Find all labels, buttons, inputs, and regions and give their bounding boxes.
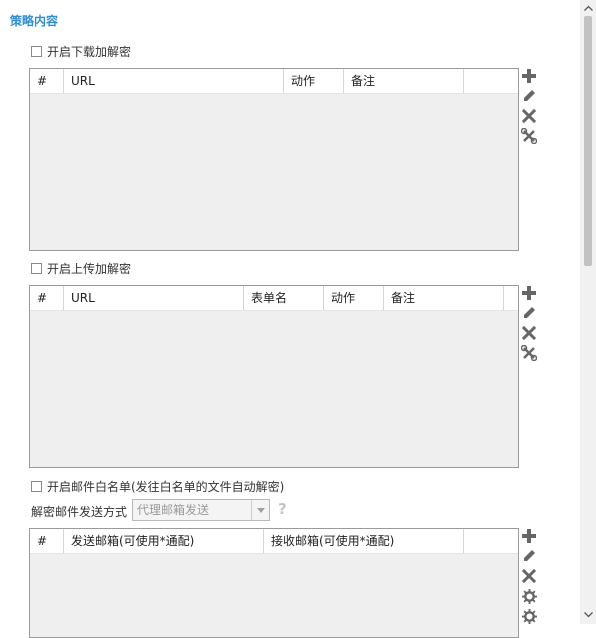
upload-encrypt-toggle[interactable]: 开启上传加解密 [31,260,131,277]
gear-icon [521,608,537,624]
delete-icon [522,569,536,583]
column-header-sender[interactable]: 发送邮箱(可使用*通配) [64,529,264,553]
download-encrypt-checkbox[interactable] [31,46,42,57]
edit-icon [524,307,535,318]
mail-table-header: # 发送邮箱(可使用*通配) 接收邮箱(可使用*通配) [30,529,518,554]
plus-icon [522,69,536,83]
download-rules-table[interactable]: # URL 动作 备注 [29,68,519,251]
delete-button[interactable] [519,106,539,126]
mail-toolbar [519,526,539,626]
column-header-url[interactable]: URL [64,69,284,93]
column-header-action[interactable]: 动作 [324,286,384,310]
section-title: 策略内容 [10,14,59,28]
edit-button[interactable] [519,303,539,323]
download-encrypt-label: 开启下载加解密 [47,45,132,59]
scroll-up-icon[interactable] [582,2,594,14]
edit-button[interactable] [519,546,539,566]
delete-button[interactable] [519,323,539,343]
upload-table-header: # URL 表单名 动作 备注 [30,286,518,311]
column-header-action[interactable]: 动作 [284,69,344,93]
help-icon[interactable]: ? [278,500,287,518]
column-header-index[interactable]: # [30,529,64,553]
upload-encrypt-label: 开启上传加解密 [47,262,132,276]
column-header-index[interactable]: # [30,69,64,93]
settings-button[interactable] [519,586,539,606]
download-toolbar [519,66,539,146]
add-button[interactable] [519,526,539,546]
mail-whitelist-label: 开启邮件白名单(发往白名单的文件自动解密) [47,480,285,494]
plus-icon [522,286,536,300]
vertical-scrollbar[interactable] [580,0,596,624]
delete-button[interactable] [519,566,539,586]
download-table-header: # URL 动作 备注 [30,69,518,94]
edit-icon [524,90,535,101]
send-mode-value: 代理邮箱发送 [137,503,210,517]
settings-button-2[interactable] [519,606,539,626]
edit-icon [524,550,535,561]
plus-icon [522,529,536,543]
mail-whitelist-toggle[interactable]: 开启邮件白名单(发往白名单的文件自动解密) [31,478,284,495]
upload-toolbar [519,283,539,363]
column-header-index[interactable]: # [30,286,64,310]
upload-rules-table[interactable]: # URL 表单名 动作 备注 [29,285,519,468]
clear-icon [521,345,537,361]
chevron-down-icon[interactable] [251,500,269,520]
delete-icon [522,326,536,340]
send-mode-label: 解密邮件发送方式 [31,505,128,519]
download-encrypt-toggle[interactable]: 开启下载加解密 [31,43,131,60]
clear-icon [521,128,537,144]
add-button[interactable] [519,283,539,303]
upload-encrypt-checkbox[interactable] [31,263,42,274]
edit-button[interactable] [519,86,539,106]
scrollbar-thumb[interactable] [584,16,592,266]
column-header-form-name[interactable]: 表单名 [244,286,324,310]
send-mode-select[interactable]: 代理邮箱发送 [132,499,270,521]
column-header-url[interactable]: URL [64,286,244,310]
scroll-down-icon[interactable] [582,609,594,621]
add-button[interactable] [519,66,539,86]
column-header-note[interactable]: 备注 [344,69,464,93]
column-header-recipient[interactable]: 接收邮箱(可使用*通配) [264,529,464,553]
gear-icon [521,588,537,604]
delete-icon [522,109,536,123]
clear-button[interactable] [519,126,539,146]
column-header-note[interactable]: 备注 [384,286,504,310]
mail-whitelist-table[interactable]: # 发送邮箱(可使用*通配) 接收邮箱(可使用*通配) [29,528,519,638]
clear-button[interactable] [519,343,539,363]
mail-whitelist-checkbox[interactable] [31,481,42,492]
